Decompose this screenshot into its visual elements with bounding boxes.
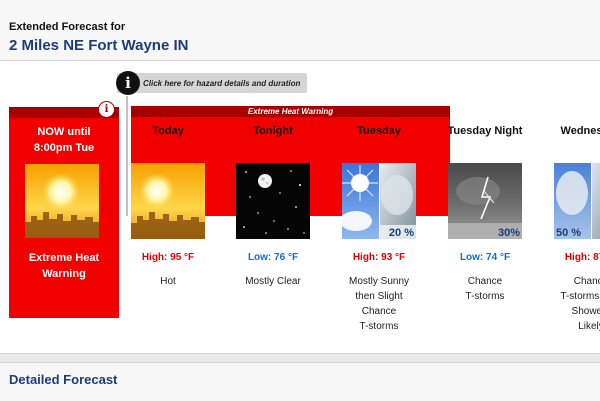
hot-sun-icon [25, 164, 99, 238]
pop-overlay: 30% [448, 163, 522, 239]
desc-line: Likely [578, 321, 600, 332]
extended-forecast-label: Extended Forecast for [9, 21, 126, 33]
hot-sun-icon[interactable] [131, 163, 205, 239]
heat-warning-banner[interactable]: Extreme Heat Warning [131, 106, 450, 117]
desc-line: Chance [467, 276, 503, 287]
now-hazard-text[interactable]: Extreme Heat Warning [24, 250, 104, 282]
desc-line: Hot [160, 276, 176, 287]
period-name-wednesday: Wednesday [560, 125, 600, 137]
period-name-tonight: Tonight [253, 125, 293, 137]
now-title: NOW until 8:00pm Tue [9, 124, 119, 156]
period-name-tuesday-night: Tuesday Night [447, 125, 523, 137]
period-desc-tonight: Mostly Clear [215, 274, 331, 289]
desc-line: Chance [573, 276, 600, 287]
info-icon[interactable]: i [98, 101, 115, 118]
period-desc-tuesday-night: Chance T-storms [427, 274, 543, 304]
location-title: 2 Miles NE Fort Wayne IN [9, 37, 189, 54]
desc-line: then Slight [355, 291, 403, 302]
period-column-wednesday: Wednesday 50 % High: 87 °F Chance T-stor… [533, 0, 600, 361]
hazard-details-label[interactable]: Click here for hazard details and durati… [143, 79, 300, 88]
period-temp-wednesday: High: 87 °F [564, 252, 600, 263]
period-name-tuesday: Tuesday [357, 125, 401, 137]
precip-chance: 20 % [388, 227, 414, 239]
precip-chance: 50 % [556, 227, 582, 239]
precip-chance: 30% [497, 227, 520, 239]
now-title-text: NOW until 8:00pm Tue [33, 126, 95, 154]
night-clear-icon[interactable] [236, 163, 310, 239]
desc-line: T-storms [465, 291, 505, 302]
now-hazard-label[interactable]: Extreme Heat Warning [9, 250, 119, 282]
pop-overlay: 50 % [554, 163, 600, 239]
period-desc-today: Hot [110, 274, 226, 289]
period-temp-tonight: Low: 76 °F [247, 252, 299, 263]
desc-line: Mostly Clear [245, 276, 301, 287]
period-temp-today: High: 95 °F [141, 252, 195, 263]
info-icon[interactable]: i [116, 71, 140, 95]
period-name-today: Today [152, 125, 184, 137]
desc-line: Showers [571, 306, 600, 317]
period-temp-tuesday-night: Low: 74 °F [459, 252, 511, 263]
desc-line: T-storms [359, 321, 399, 332]
desc-line: Chance [361, 306, 397, 317]
pop-overlay: 20 % [342, 163, 416, 239]
desc-line: T-storms then [560, 291, 600, 302]
hazard-divider [126, 96, 128, 216]
period-temp-tuesday: High: 93 °F [352, 252, 406, 263]
desc-line: Mostly Sunny [348, 276, 410, 287]
detailed-forecast-title: Detailed Forecast [9, 372, 118, 387]
period-desc-wednesday: Chance T-storms then Showers Likely [533, 274, 600, 334]
period-desc-tuesday: Mostly Sunny then Slight Chance T-storms [321, 274, 437, 334]
